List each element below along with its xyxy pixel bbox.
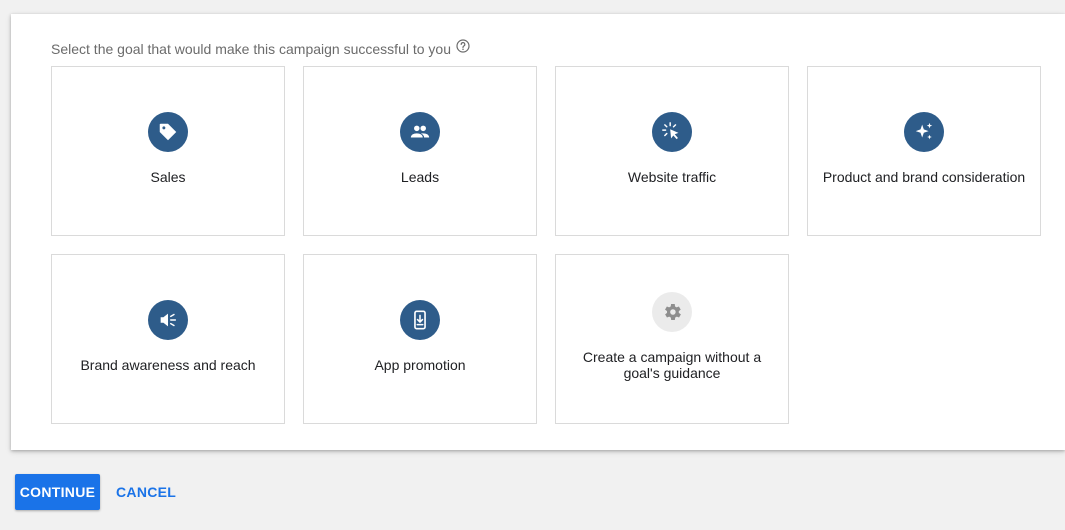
cancel-button[interactable]: CANCEL — [108, 474, 184, 510]
people-icon — [400, 112, 440, 152]
cursor-click-icon — [652, 112, 692, 152]
goal-card-no-guidance[interactable]: Create a campaign without a goal's guida… — [555, 254, 789, 424]
goal-label: App promotion — [374, 357, 466, 373]
sparkle-icon — [904, 112, 944, 152]
goal-label: Sales — [150, 169, 186, 185]
gear-icon — [652, 292, 692, 332]
goal-card-website-traffic[interactable]: Website traffic — [555, 66, 789, 236]
goal-label: Brand awareness and reach — [80, 357, 256, 373]
form-actions: CONTINUE CANCEL — [15, 474, 184, 510]
tag-icon — [148, 112, 188, 152]
goal-card-leads[interactable]: Leads — [303, 66, 537, 236]
goal-card-sales[interactable]: Sales — [51, 66, 285, 236]
goal-card-product-brand-consideration[interactable]: Product and brand consideration — [807, 66, 1041, 236]
phone-download-icon — [400, 300, 440, 340]
goal-label: Product and brand consideration — [822, 169, 1026, 185]
goal-label: Create a campaign without a goal's guida… — [582, 349, 762, 381]
goal-selection-panel: Select the goal that would make this cam… — [11, 14, 1065, 450]
goal-prompt: Select the goal that would make this cam… — [51, 39, 470, 57]
speaker-icon — [148, 300, 188, 340]
goal-prompt-text: Select the goal that would make this cam… — [51, 41, 451, 57]
help-circle-icon[interactable] — [456, 39, 470, 53]
goal-card-brand-awareness[interactable]: Brand awareness and reach — [51, 254, 285, 424]
continue-button[interactable]: CONTINUE — [15, 474, 100, 510]
goal-label: Website traffic — [627, 169, 717, 185]
goal-card-app-promotion[interactable]: App promotion — [303, 254, 537, 424]
goal-label: Leads — [400, 169, 440, 185]
